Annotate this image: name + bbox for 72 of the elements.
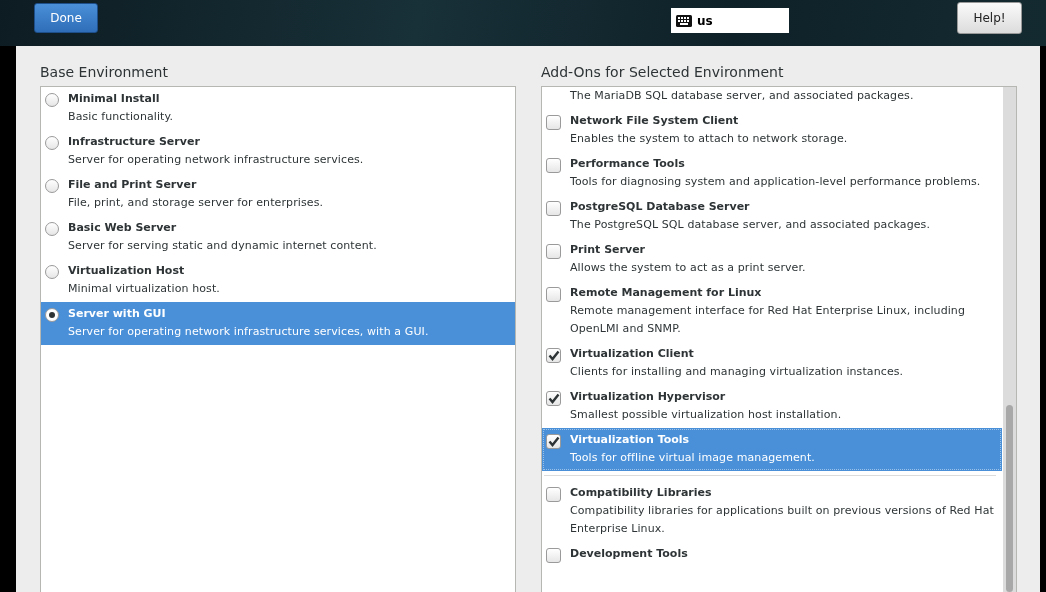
environment-option[interactable]: Infrastructure Server Server for operating network infrastructure services. (41, 130, 515, 173)
option-name: Remote Management for Linux (570, 285, 763, 301)
keyboard-icon (676, 14, 692, 27)
addon-option[interactable]: PostgreSQL Database Server The PostgreSQL SQL database server, and associated packages. (542, 195, 1002, 238)
option-description: Server for operating network infrastructure services. (68, 152, 364, 168)
option-name: Performance Tools (570, 156, 686, 172)
radio-button[interactable] (45, 179, 59, 193)
option-description: Basic functionality. (68, 109, 174, 125)
option-description: The MariaDB SQL database server, and associated packages. (570, 88, 914, 104)
option-description: File, print, and storage server for enterprises. (68, 195, 324, 211)
option-description: Server for serving static and dynamic internet content. (68, 238, 377, 254)
checkbox[interactable] (546, 158, 561, 173)
environment-option[interactable]: Basic Web Server Server for serving static and dynamic internet content. (41, 216, 515, 259)
environment-option[interactable]: File and Print Server File, print, and storage server for enterprises. (41, 173, 515, 216)
option-name: Development Tools (570, 546, 688, 562)
checkbox[interactable] (546, 487, 561, 502)
option-name: Virtualization Hypervisor (570, 389, 727, 405)
addon-option[interactable]: Performance Tools Tools for diagnosing system and application-level performance problems. (542, 152, 1002, 195)
checkbox[interactable] (546, 348, 561, 363)
option-description: Tools for offline virtual image management. (570, 450, 815, 466)
radio-button[interactable] (45, 308, 59, 322)
addon-option[interactable]: Network File System Client Enables the system to attach to network storage. (542, 109, 1002, 152)
option-description: Compatibility libraries for applications built on previous versions of Red Hat Enterprise Linux. (570, 503, 995, 537)
option-description: Minimal virtualization host. (68, 281, 220, 297)
option-description: Smallest possible virtualization host installation. (570, 407, 842, 423)
option-name: Server with GUI (68, 306, 167, 322)
option-name: Minimal Install (68, 91, 161, 107)
option-name: PostgreSQL Database Server (570, 199, 751, 215)
checkbox[interactable] (546, 434, 561, 449)
environment-option[interactable]: Minimal Install Basic functionality. (41, 87, 515, 130)
addon-option[interactable]: Development Tools (542, 542, 1002, 567)
option-name: Print Server (570, 242, 647, 258)
help-button[interactable]: Help! (957, 2, 1022, 34)
checkbox[interactable] (546, 244, 561, 259)
keyboard-layout-field[interactable]: us (671, 8, 789, 33)
addon-option[interactable]: The MariaDB SQL database server, and associated packages. (542, 87, 1002, 109)
addon-option[interactable]: Compatibility Libraries Compatibility libraries for applications built on previous versions of Red Hat Enterprise Linux. (542, 481, 1002, 542)
radio-button[interactable] (45, 136, 59, 150)
section-title: Add-Ons for Selected Environment (541, 64, 785, 80)
option-description: Tools for diagnosing system and application-level performance problems. (570, 174, 981, 190)
checkbox[interactable] (546, 391, 561, 406)
addon-option[interactable]: Virtualization Hypervisor Smallest possible virtualization host installation. (542, 385, 1002, 428)
option-description: Allows the system to act as a print server. (570, 260, 806, 276)
option-description: The PostgreSQL SQL database server, and associated packages. (570, 217, 931, 233)
option-name: Virtualization Client (570, 346, 695, 362)
addon-option[interactable]: Remote Management for Linux Remote management interface for Red Hat Enterprise Linux, including OpenLMI and SNMP. (542, 281, 1002, 342)
radio-button[interactable] (45, 93, 59, 107)
radio-button[interactable] (45, 222, 59, 236)
option-description: Clients for installing and managing virtualization instances. (570, 364, 904, 380)
option-name: Network File System Client (570, 113, 740, 129)
option-name: Compatibility Libraries (570, 485, 713, 501)
section-title: Base Environment (40, 64, 169, 80)
addon-option[interactable]: Print Server Allows the system to act as a print server. (542, 238, 1002, 281)
checkbox[interactable] (546, 115, 561, 130)
checkbox[interactable] (546, 287, 561, 302)
option-description: Server for operating network infrastructure services, with a GUI. (68, 324, 429, 340)
option-description: Remote management interface for Red Hat Enterprise Linux, including OpenLMI and SNMP. (570, 303, 967, 337)
option-description: Enables the system to attach to network storage. (570, 131, 848, 147)
done-button[interactable]: Done (34, 3, 98, 33)
scrollbar[interactable] (1003, 87, 1016, 592)
checkbox[interactable] (546, 201, 561, 216)
keyboard-layout-label: us (697, 13, 713, 28)
environment-option[interactable]: Virtualization Host Minimal virtualization host. (41, 259, 515, 302)
option-name: Virtualization Host (68, 263, 186, 279)
addon-option[interactable]: Virtualization Client Clients for installing and managing virtualization instances. (542, 342, 1002, 385)
radio-button[interactable] (45, 265, 59, 279)
scrollbar-thumb[interactable] (1006, 405, 1013, 592)
checkbox[interactable] (546, 548, 561, 563)
option-name: Basic Web Server (68, 220, 178, 236)
option-name: Infrastructure Server (68, 134, 201, 150)
option-name: File and Print Server (68, 177, 198, 193)
option-name: Virtualization Tools (570, 432, 691, 448)
